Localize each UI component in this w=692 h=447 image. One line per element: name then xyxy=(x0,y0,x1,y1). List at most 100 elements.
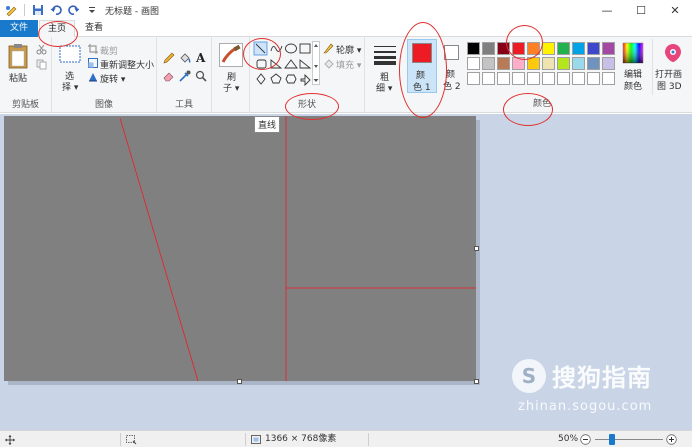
color-swatch[interactable] xyxy=(527,42,540,55)
paint3d-sublabel: 图 3D xyxy=(657,82,682,92)
select-dropdown-label[interactable]: 择 ▾ xyxy=(62,80,78,93)
fill-bucket-icon[interactable] xyxy=(179,52,191,67)
image-group-label: 图像 xyxy=(94,100,113,110)
color-swatch[interactable] xyxy=(572,42,585,55)
crop-icon[interactable] xyxy=(88,44,98,57)
undo-icon[interactable] xyxy=(49,3,63,17)
tab-home[interactable]: 主页 xyxy=(39,20,75,38)
watermark: S 搜狗指南 zhinan.sogou.com xyxy=(512,358,652,414)
zoom-in-icon[interactable] xyxy=(666,431,677,447)
color-swatch[interactable] xyxy=(557,72,570,85)
pencil-icon[interactable] xyxy=(163,52,175,67)
color-swatch[interactable] xyxy=(587,42,600,55)
select-icon[interactable] xyxy=(59,45,81,66)
color-swatch[interactable] xyxy=(542,72,555,85)
zoom-slider-thumb[interactable] xyxy=(609,434,615,445)
color-swatch[interactable] xyxy=(572,72,585,85)
zoom-out-icon[interactable] xyxy=(580,431,591,447)
color1-sublabel: 色 1 xyxy=(413,83,431,93)
title-bar: 无标题 - 画图 — ☐ ✕ xyxy=(0,0,692,20)
resize-handle-bottom[interactable] xyxy=(237,379,242,384)
ribbon-tabs: 文件 主页 查看 xyxy=(0,20,692,38)
color-swatch[interactable] xyxy=(602,42,615,55)
shape-scroll-icon[interactable] xyxy=(312,41,320,88)
cut-icon[interactable] xyxy=(36,44,47,58)
tab-file[interactable]: 文件 xyxy=(0,20,38,37)
brush-dropdown-label[interactable]: 子 ▾ xyxy=(223,81,239,94)
copy-icon[interactable] xyxy=(36,59,47,73)
color-swatch[interactable] xyxy=(587,57,600,70)
color2-button[interactable]: 颜 色 2 xyxy=(440,39,466,93)
color-swatch[interactable] xyxy=(602,57,615,70)
color-swatch[interactable] xyxy=(497,72,510,85)
paste-icon[interactable] xyxy=(8,43,28,72)
rotate-label[interactable]: 旋转 ▾ xyxy=(100,72,125,85)
open-paint3d-button[interactable]: 打开画 图 3D xyxy=(652,39,690,95)
color-picker-icon[interactable] xyxy=(179,70,191,85)
paint-app-icon[interactable] xyxy=(4,3,18,17)
color-swatch[interactable] xyxy=(542,57,555,70)
color-swatch[interactable] xyxy=(497,42,510,55)
crop-label[interactable]: 裁剪 xyxy=(100,44,118,57)
color-palette xyxy=(467,42,615,85)
color-swatch[interactable] xyxy=(527,57,540,70)
color-swatch[interactable] xyxy=(512,72,525,85)
maximize-button[interactable]: ☐ xyxy=(624,0,658,20)
color-swatch[interactable] xyxy=(467,72,480,85)
paste-label[interactable]: 粘贴 xyxy=(9,71,27,84)
image-group: 选 择 ▾ 裁剪 重新调整大小 旋转 ▾ 图像 xyxy=(52,37,157,113)
canvas-strokes xyxy=(119,116,476,381)
color1-button[interactable]: 颜 色 1 xyxy=(407,39,437,93)
customize-qa-icon[interactable] xyxy=(85,3,99,17)
color-swatch[interactable] xyxy=(512,57,525,70)
resize-icon[interactable] xyxy=(88,58,98,71)
color-swatch[interactable] xyxy=(482,57,495,70)
status-divider xyxy=(245,433,246,446)
color-swatch[interactable] xyxy=(467,42,480,55)
color-swatch[interactable] xyxy=(587,72,600,85)
resize-label[interactable]: 重新调整大小 xyxy=(100,58,154,71)
edit-colors-button[interactable]: 编辑 颜色 xyxy=(618,39,648,95)
color-swatch[interactable] xyxy=(512,42,525,55)
tools-group: A 工具 xyxy=(157,37,212,113)
resize-handle-right[interactable] xyxy=(474,246,479,251)
color-swatch[interactable] xyxy=(482,42,495,55)
eraser-icon[interactable] xyxy=(163,70,175,85)
color-swatch[interactable] xyxy=(482,72,495,85)
text-tool-icon[interactable]: A xyxy=(195,51,207,67)
line-tooltip: 直线 xyxy=(254,116,281,133)
color-swatch[interactable] xyxy=(542,42,555,55)
color-swatch[interactable] xyxy=(497,57,510,70)
magnifier-icon[interactable] xyxy=(195,70,207,85)
drawing-canvas[interactable] xyxy=(4,116,476,381)
fill-label[interactable]: 填充 ▾ xyxy=(336,58,361,71)
color-swatch[interactable] xyxy=(572,57,585,70)
color-swatch[interactable] xyxy=(467,57,480,70)
save-icon[interactable] xyxy=(31,3,45,17)
clipboard-group-label: 剪贴板 xyxy=(11,100,39,110)
outline-icon[interactable] xyxy=(323,43,334,57)
clipboard-group: 粘贴 剪贴板 xyxy=(0,37,52,113)
line-size-icon[interactable] xyxy=(374,45,396,68)
color-swatch[interactable] xyxy=(602,72,615,85)
color-swatch[interactable] xyxy=(527,72,540,85)
minimize-button[interactable]: — xyxy=(590,0,624,20)
svg-text:A: A xyxy=(195,51,206,64)
image-size: 1366 × 768像素 xyxy=(251,431,336,447)
status-divider xyxy=(120,433,121,446)
rotate-icon[interactable] xyxy=(88,72,98,85)
size-dropdown-label[interactable]: 细 ▾ xyxy=(376,81,392,94)
color-swatch[interactable] xyxy=(557,57,570,70)
fill-icon[interactable] xyxy=(323,58,334,72)
brush-icon[interactable] xyxy=(219,43,243,70)
shapes-group-label: 形状 xyxy=(297,100,316,110)
color-swatch[interactable] xyxy=(557,42,570,55)
color2-sublabel: 色 2 xyxy=(443,82,461,92)
close-button[interactable]: ✕ xyxy=(658,0,692,20)
tab-view[interactable]: 查看 xyxy=(78,20,110,37)
resize-handle-corner[interactable] xyxy=(474,379,479,384)
zoom-slider-track[interactable] xyxy=(595,439,663,440)
outline-label[interactable]: 轮廓 ▾ xyxy=(336,43,361,56)
redo-icon[interactable] xyxy=(67,3,81,17)
cursor-position-icon xyxy=(5,431,15,447)
